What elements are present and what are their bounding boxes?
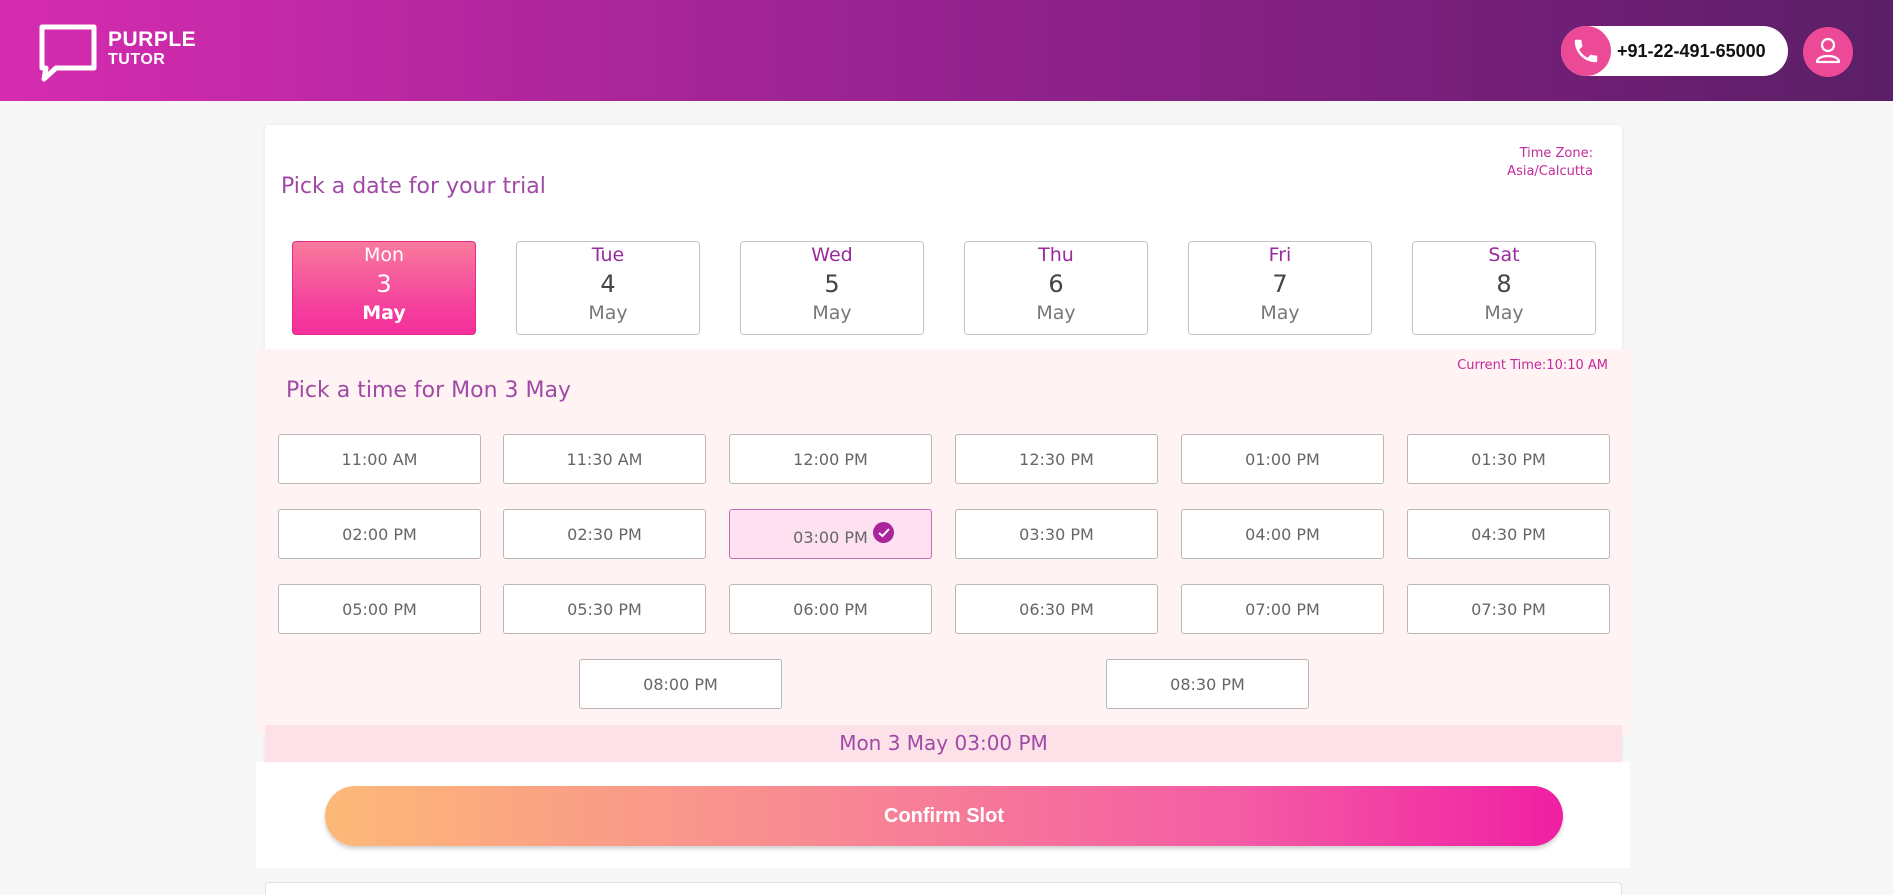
time-slot-label: 11:30 AM <box>566 449 643 469</box>
time-slot-label: 03:00 PM <box>793 527 868 547</box>
brand-line-1: PURPLE <box>108 28 197 51</box>
phone-icon <box>1561 26 1611 76</box>
timezone-value: Asia/Calcutta <box>1507 164 1593 179</box>
time-slot-0230pm[interactable]: 02:30 PM <box>503 509 706 559</box>
time-slot-0830pm[interactable]: 08:30 PM <box>1106 659 1309 709</box>
timezone-label: Time Zone: <box>1519 146 1593 161</box>
time-slot-0530pm[interactable]: 05:30 PM <box>503 584 706 634</box>
time-slot-1200pm[interactable]: 12:00 PM <box>729 434 932 484</box>
date-month: May <box>362 302 406 324</box>
time-slot-label: 06:00 PM <box>793 599 868 619</box>
time-slot-1230pm[interactable]: 12:30 PM <box>955 434 1158 484</box>
time-slot-0700pm[interactable]: 07:00 PM <box>1181 584 1384 634</box>
time-slot-0730pm[interactable]: 07:30 PM <box>1407 584 1610 634</box>
time-slot-0630pm[interactable]: 06:30 PM <box>955 584 1158 634</box>
time-slot-label: 01:00 PM <box>1245 449 1320 469</box>
date-dow: Mon <box>363 244 405 266</box>
user-icon <box>1813 35 1843 69</box>
confirm-slot-button[interactable]: Confirm Slot <box>325 786 1563 846</box>
date-month: May <box>588 302 628 324</box>
time-slot-label: 03:30 PM <box>1019 524 1094 544</box>
time-slot-label: 07:30 PM <box>1471 599 1546 619</box>
time-slot-0430pm[interactable]: 04:30 PM <box>1407 509 1610 559</box>
date-day: 4 <box>600 270 616 298</box>
brand-logo[interactable]: PURPLE TUTOR <box>38 24 196 82</box>
selected-slot-summary: Mon 3 May 03:00 PM <box>265 725 1622 762</box>
chat-bubble-icon <box>38 24 98 82</box>
time-slot-label: 04:00 PM <box>1245 524 1320 544</box>
time-slot-0600pm[interactable]: 06:00 PM <box>729 584 932 634</box>
date-month: May <box>1036 302 1076 324</box>
date-card-tue-4[interactable]: Tue 4 May <box>516 241 700 335</box>
date-month: May <box>1260 302 1300 324</box>
date-card-wed-5[interactable]: Wed 5 May <box>740 241 924 335</box>
time-slot-label: 06:30 PM <box>1019 599 1094 619</box>
date-day: 3 <box>376 270 392 298</box>
time-slot-label: 04:30 PM <box>1471 524 1546 544</box>
phone-contact-button[interactable]: +91-22-491-65000 <box>1561 26 1788 76</box>
time-slot-label: 11:00 AM <box>341 449 418 469</box>
time-slot-0100pm[interactable]: 01:00 PM <box>1181 434 1384 484</box>
account-button[interactable] <box>1803 27 1853 77</box>
timezone-info: Time Zone: Asia/Calcutta <box>1507 145 1593 181</box>
time-slot-1130am[interactable]: 11:30 AM <box>503 434 706 484</box>
date-card-fri-7[interactable]: Fri 7 May <box>1188 241 1372 335</box>
time-slot-label: 08:30 PM <box>1170 674 1245 694</box>
date-dow: Fri <box>1268 244 1292 266</box>
date-day: 7 <box>1272 270 1288 298</box>
time-slot-1100am[interactable]: 11:00 AM <box>278 434 481 484</box>
time-slot-0800pm[interactable]: 08:00 PM <box>579 659 782 709</box>
date-picker-title: Pick a date for your trial <box>281 174 546 199</box>
time-slot-0200pm[interactable]: 02:00 PM <box>278 509 481 559</box>
date-dow: Tue <box>591 244 625 266</box>
time-slot-0330pm[interactable]: 03:30 PM <box>955 509 1158 559</box>
time-slot-label: 02:30 PM <box>567 524 642 544</box>
phone-number: +91-22-491-65000 <box>1617 40 1766 61</box>
date-card-thu-6[interactable]: Thu 6 May <box>964 241 1148 335</box>
date-card-sat-8[interactable]: Sat 8 May <box>1412 241 1596 335</box>
top-header: PURPLE TUTOR +91-22-491-65000 <box>0 0 1893 101</box>
time-picker-title: Pick a time for Mon 3 May <box>286 378 571 403</box>
date-dow: Wed <box>811 244 853 266</box>
brand-name: PURPLE TUTOR <box>108 24 196 68</box>
date-day: 8 <box>1496 270 1512 298</box>
time-slot-0400pm[interactable]: 04:00 PM <box>1181 509 1384 559</box>
date-month: May <box>1484 302 1524 324</box>
time-slot-label: 05:30 PM <box>567 599 642 619</box>
time-slot-0130pm[interactable]: 01:30 PM <box>1407 434 1610 484</box>
date-dow: Thu <box>1038 244 1074 266</box>
time-slot-label: 07:00 PM <box>1245 599 1320 619</box>
time-slot-label: 02:00 PM <box>342 524 417 544</box>
time-slot-0500pm[interactable]: 05:00 PM <box>278 584 481 634</box>
current-time: Current Time:10:10 AM <box>1457 358 1608 373</box>
date-day: 6 <box>1048 270 1064 298</box>
date-month: May <box>812 302 852 324</box>
next-section-card <box>265 882 1622 895</box>
date-card-mon-3[interactable]: Mon 3 May <box>292 241 476 335</box>
time-slot-label: 12:30 PM <box>1019 449 1094 469</box>
brand-line-2: TUTOR <box>108 51 166 68</box>
time-slot-label: 05:00 PM <box>342 599 417 619</box>
time-slot-label: 12:00 PM <box>793 449 868 469</box>
time-slot-label: 08:00 PM <box>643 674 718 694</box>
time-slot-label: 01:30 PM <box>1471 449 1546 469</box>
time-slot-0300pm[interactable]: 03:00 PM <box>729 509 932 559</box>
check-circle-icon <box>873 522 894 543</box>
date-day: 5 <box>824 270 840 298</box>
date-dow: Sat <box>1488 244 1520 266</box>
